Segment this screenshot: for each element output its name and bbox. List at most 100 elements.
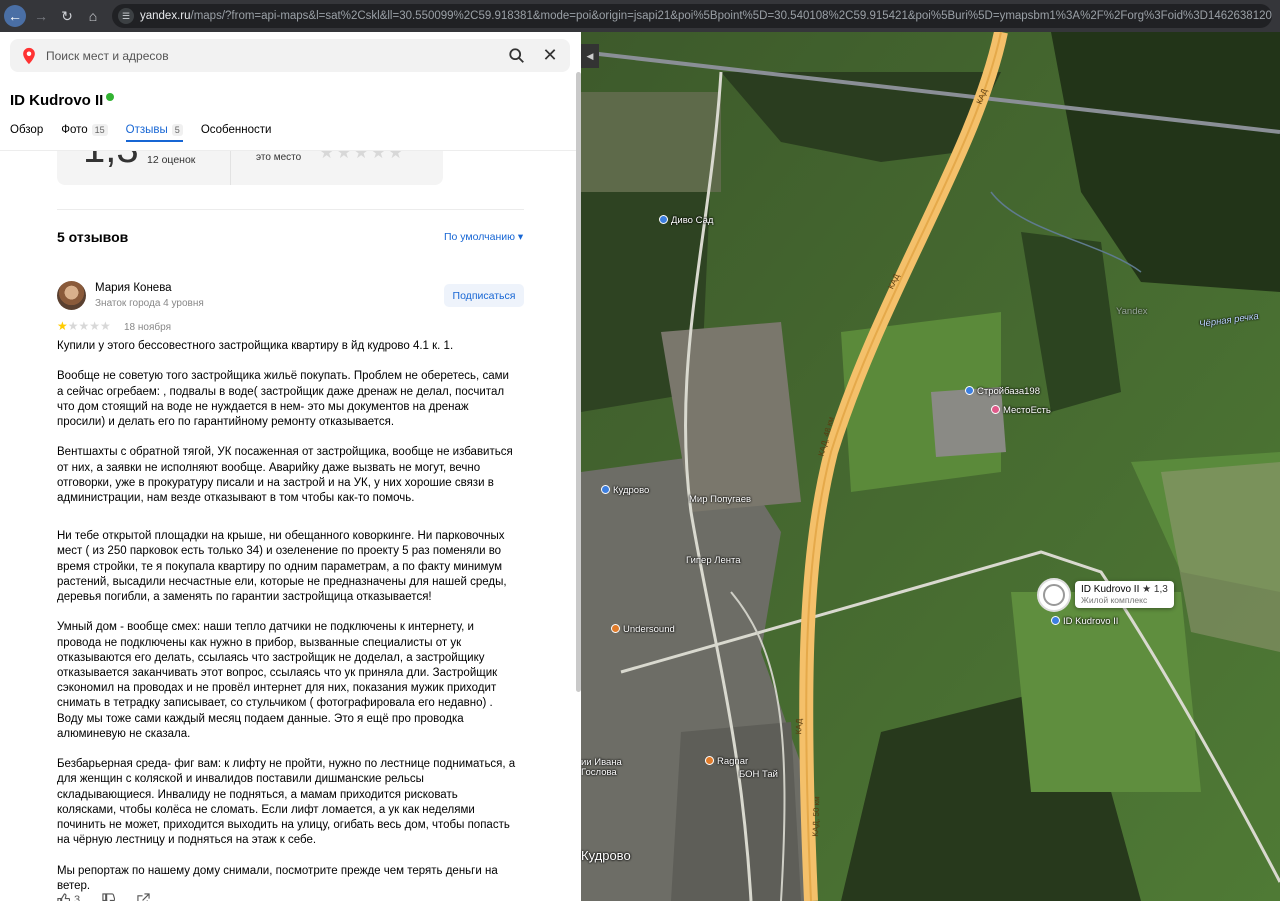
review-paragraph: Вентшахты с обратной тягой, УК посаженна…	[57, 446, 513, 504]
rating-value: 1,3	[83, 151, 139, 172]
poi-icon	[991, 405, 1000, 414]
collapse-panel-button[interactable]: ◀	[581, 44, 599, 68]
browser-toolbar: ← → ↻ ⌂ ☰ yandex.ru/maps/?from=api-maps&…	[0, 0, 1280, 32]
place-card-name: ID Kudrovo II	[1081, 584, 1140, 595]
tab-count: 5	[171, 124, 183, 136]
selected-place-marker[interactable]	[1037, 578, 1071, 612]
review-star-filled: ★	[57, 319, 68, 333]
poi-icon	[659, 215, 668, 224]
like-button[interactable]: 3	[57, 893, 80, 901]
poi-label: Undersound	[623, 624, 675, 635]
rating-divider	[230, 151, 231, 185]
review-date: 18 ноября	[124, 322, 171, 333]
review-paragraph: Вообще не советую того застройщика жильё…	[57, 370, 509, 428]
tab-label: Обзор	[10, 124, 44, 136]
review-paragraph: Умный дом - вообще смех: наши тепло датч…	[57, 621, 498, 740]
street-ivan-goslova: ии Ивана Гослова	[581, 757, 622, 778]
review-paragraph: Ни тебе открытой площадки на крыше, ни о…	[57, 530, 507, 604]
poi-icon	[965, 386, 974, 395]
verified-icon	[106, 92, 115, 101]
review-text: Купили у этого бессовестного застройщика…	[57, 339, 527, 901]
close-icon[interactable]: ✕	[540, 45, 560, 65]
share-button[interactable]	[137, 893, 150, 901]
tab-features[interactable]: Особенности	[201, 124, 272, 142]
tab-label: Особенности	[200, 124, 272, 136]
place-card-rating: ★ 1,3	[1142, 584, 1168, 595]
address-bar[interactable]: ☰ yandex.ru/maps/?from=api-maps&l=sat%2C…	[112, 4, 1272, 28]
place-card-title: ID Kudrovo II ★ 1,3	[1081, 584, 1168, 595]
poi-label: Ragnar	[717, 756, 749, 767]
poi-mir-popugaev[interactable]: Мир Попугаев	[689, 494, 751, 505]
poi-label: Диво Сад	[671, 215, 714, 226]
rating-card: 1,3 12 оценок это место ★★★★★	[57, 151, 443, 185]
org-title: ID Kudrovo II	[10, 92, 115, 109]
site-info-icon[interactable]: ☰	[118, 8, 134, 24]
avatar[interactable]	[57, 281, 86, 310]
review-star-empty: ★★★★	[67, 319, 111, 333]
review-actions: 3	[57, 893, 172, 901]
thumbs-up-icon	[57, 893, 70, 901]
sort-dropdown[interactable]: По умолчанию ▾	[444, 231, 523, 243]
poi-icon	[705, 756, 714, 765]
dislike-button[interactable]	[102, 893, 116, 901]
tab-photos[interactable]: Фото 15	[61, 124, 108, 142]
place-card[interactable]: ID Kudrovo II ★ 1,3 Жилой комплекс	[1075, 581, 1174, 608]
review-stars: ★★★★★	[57, 319, 111, 333]
rating-count: 12 оценок	[147, 154, 196, 166]
district-kudrovo: Кудрово	[581, 848, 631, 863]
poi-undersound[interactable]: Undersound	[611, 624, 675, 635]
poi-kudrovo[interactable]: Кудрово	[601, 485, 649, 496]
marker-core	[1043, 584, 1065, 606]
review-paragraph: Безбарьерная среда- фиг вам: к лифту не …	[57, 758, 516, 847]
poi-label: Кудрово	[613, 485, 650, 496]
url-text: yandex.ru/maps/?from=api-maps&l=sat%2Csk…	[140, 10, 1272, 22]
poi-ragnar[interactable]: Ragnar	[705, 756, 748, 767]
tab-label: Фото	[61, 124, 88, 136]
map-pin-icon	[23, 47, 35, 64]
satellite-imagery	[581, 32, 1280, 901]
map-view[interactable]: ◀ Диво Сад Стройбаза198 МестоЕсть Кудров…	[581, 32, 1280, 901]
poi-label: Стройбаза198	[977, 386, 1040, 397]
url-path: /maps/?from=api-maps&l=sat%2Cskl&ll=30.5…	[190, 10, 1272, 22]
search-bar: ✕	[10, 39, 570, 72]
poi-giper-lenta[interactable]: Гипер Лента	[686, 555, 741, 566]
poi-mestoest[interactable]: МестоЕсть	[991, 405, 1051, 416]
reload-button[interactable]: ↻	[56, 5, 78, 27]
rate-place-label: это место	[256, 152, 302, 163]
home-button[interactable]: ⌂	[82, 5, 104, 27]
place-card-type: Жилой комплекс	[1081, 595, 1148, 605]
poi-bon-tai[interactable]: БОН Тай	[739, 769, 778, 780]
rate-stars-input[interactable]: ★★★★★	[319, 151, 405, 163]
review-author-level: Знаток города 4 уровня	[95, 298, 204, 309]
map-watermark: Yandex	[1116, 306, 1148, 317]
reviews-heading: 5 отзывов	[57, 229, 129, 245]
org-title-text: ID Kudrovo II	[10, 92, 104, 109]
tab-reviews[interactable]: Отзывы 5	[125, 124, 183, 142]
review-paragraph: Купили у этого бессовестного застройщика…	[57, 340, 454, 352]
url-host: yandex.ru	[140, 10, 191, 22]
thumbs-down-icon	[102, 893, 116, 901]
review-paragraph: Мы репортаж по нашему дому снимали, посм…	[57, 864, 498, 892]
share-icon	[137, 893, 150, 901]
poi-label: Мир Попугаев	[689, 494, 752, 505]
forward-button[interactable]: →	[30, 5, 52, 27]
poi-icon	[611, 624, 620, 633]
tab-overview[interactable]: Обзор	[10, 124, 43, 142]
back-button[interactable]: ←	[4, 5, 26, 27]
like-count: 3	[74, 893, 81, 901]
poi-divo-sad[interactable]: Диво Сад	[659, 215, 713, 226]
poi-stroibaza[interactable]: Стройбаза198	[965, 386, 1040, 397]
poi-label: Гипер Лента	[686, 555, 741, 566]
org-tabs: Обзор Фото 15 Отзывы 5 Особенности	[10, 124, 289, 142]
reviews-divider	[57, 209, 524, 210]
road-label-kad: КАД	[794, 718, 804, 735]
subscribe-button[interactable]: Подписаться	[444, 284, 524, 307]
review-author[interactable]: Мария Конева	[95, 282, 172, 294]
poi-icon	[601, 485, 610, 494]
search-icon[interactable]	[508, 47, 526, 65]
poi-label: ID Kudrovo II	[1063, 616, 1119, 627]
sidebar-panel: ✕ ID Kudrovo II Обзор Фото15 Отзывы5 Осо…	[0, 32, 581, 901]
tab-label: Отзывы	[125, 124, 168, 136]
search-input[interactable]	[46, 48, 486, 63]
poi-id-kudrovo[interactable]: ID Kudrovo II	[1051, 616, 1118, 627]
